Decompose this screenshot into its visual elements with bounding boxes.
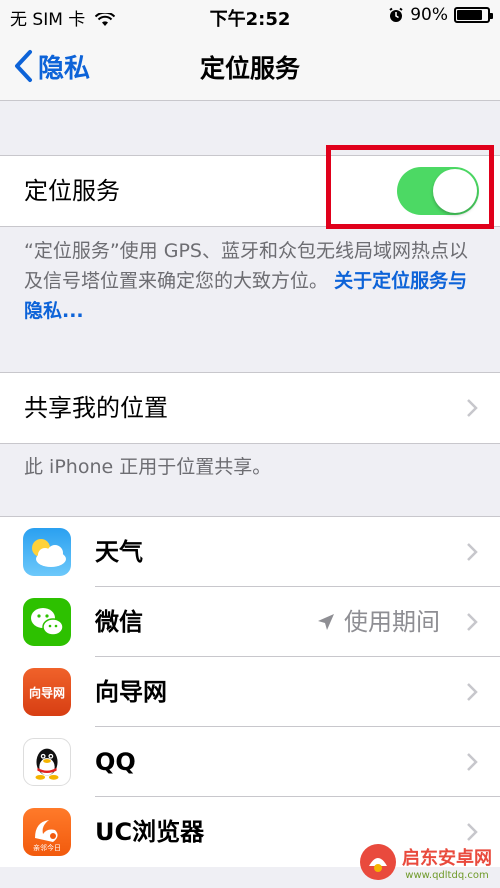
chevron-right-icon xyxy=(467,613,478,631)
watermark-logo-icon xyxy=(360,844,396,880)
page-title: 定位服务 xyxy=(199,54,300,83)
share-location-row[interactable]: 共享我的位置 xyxy=(0,372,500,444)
uc-browser-icon: 亲邻今日 xyxy=(23,808,71,856)
app-name: 天气 xyxy=(95,538,143,566)
watermark-url: www.qdltdq.com xyxy=(405,869,489,881)
navigation-bar: 隐私 定位服务 xyxy=(0,36,500,101)
permission-label: 使用期间 xyxy=(344,608,440,636)
status-right: 90% xyxy=(388,5,493,25)
icon-text: 亲邻今日 xyxy=(33,844,61,852)
share-location-label: 共享我的位置 xyxy=(24,394,168,422)
watermark-brand: 启东安卓网 xyxy=(402,847,492,869)
share-location-footer: 此 iPhone 正用于位置共享。 xyxy=(24,456,272,478)
app-row-wechat[interactable]: 微信 使用期间 xyxy=(0,587,500,657)
alarm-icon xyxy=(389,7,403,22)
chevron-right-icon xyxy=(467,753,478,771)
chevron-right-icon xyxy=(467,543,478,561)
qq-icon xyxy=(23,738,71,786)
battery-icon xyxy=(454,7,493,23)
wechat-icon xyxy=(23,598,71,646)
weather-icon xyxy=(23,528,71,576)
highlight-annotation-box xyxy=(326,145,494,229)
location-services-label: 定位服务 xyxy=(24,177,120,205)
chevron-right-icon xyxy=(467,399,478,417)
app-name: 微信 xyxy=(95,608,143,636)
chevron-right-icon xyxy=(467,823,478,841)
location-permission-status: 使用期间 xyxy=(316,587,440,657)
status-bar: 无 SIM 卡 下午2:52 90% xyxy=(0,0,500,36)
icon-text: 向导网 xyxy=(28,685,65,700)
watermark: 启东安卓网 www.qdltdq.com xyxy=(358,842,492,882)
xiangdao-icon: 向导网 xyxy=(23,668,71,716)
app-name: QQ xyxy=(95,748,136,776)
app-row-qq[interactable]: QQ xyxy=(0,727,500,797)
app-row-weather[interactable]: 天气 xyxy=(0,517,500,587)
battery-percent: 90% xyxy=(410,5,448,25)
chevron-right-icon xyxy=(467,683,478,701)
app-row-xiangdao[interactable]: 向导网 向导网 xyxy=(0,657,500,727)
location-arrow-icon xyxy=(318,614,334,630)
app-name: UC浏览器 xyxy=(95,818,205,846)
location-services-footer: “定位服务”使用 GPS、蓝牙和众包无线局域网热点以及信号塔位置来确定您的大致方… xyxy=(24,236,484,326)
app-name: 向导网 xyxy=(95,678,167,706)
